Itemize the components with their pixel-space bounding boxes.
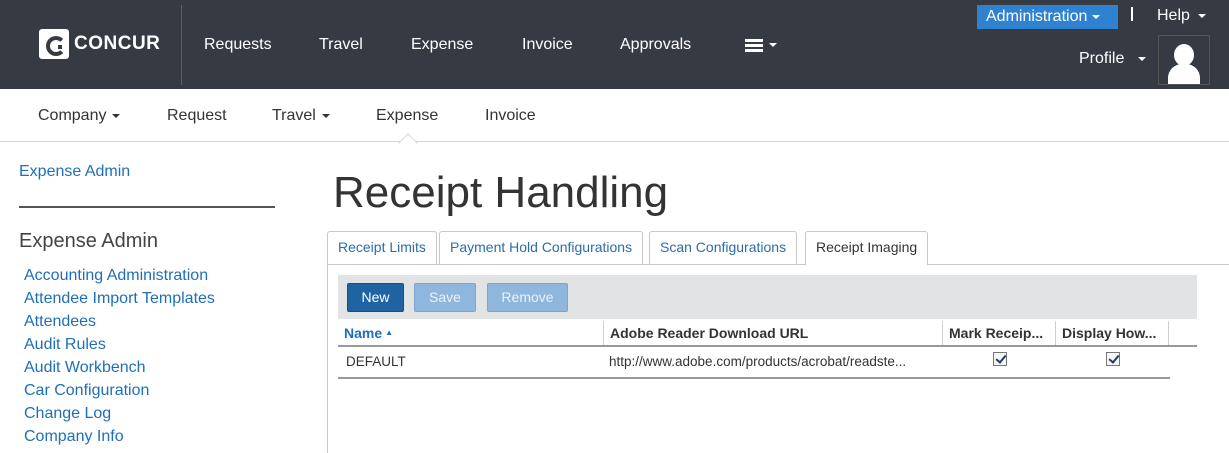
top-navigation-bar: CONCUR Requests Travel Expense Invoice A… [0, 0, 1229, 89]
subnav-item-travel[interactable]: Travel [272, 107, 330, 125]
sidebar-links: Accounting Administration Attendee Impor… [24, 267, 215, 451]
chevron-down-icon [1197, 13, 1206, 18]
nav-item-travel[interactable]: Travel [319, 36, 363, 54]
page-title: Receipt Handling [333, 168, 669, 217]
avatar[interactable] [1158, 35, 1210, 85]
profile-label: Profile [1079, 50, 1125, 67]
sidebar-item-attendees[interactable]: Attendees [24, 313, 215, 336]
chevron-down-icon [1138, 56, 1147, 61]
column-header-mark-receipt[interactable]: Mark Receip... [949, 319, 1054, 347]
sidebar-item-car-configuration[interactable]: Car Configuration [24, 382, 215, 405]
tab-payment-hold-configurations[interactable]: Payment Hold Configurations [439, 231, 644, 264]
user-icon [1174, 44, 1194, 66]
sidebar-expense-admin-link[interactable]: Expense Admin [19, 163, 130, 181]
column-divider[interactable] [1168, 321, 1169, 345]
tab-scan-configurations[interactable]: Scan Configurations [649, 231, 798, 264]
column-divider[interactable] [1055, 321, 1056, 345]
nav-item-approvals[interactable]: Approvals [620, 36, 691, 54]
chevron-down-icon [769, 43, 777, 47]
chevron-down-icon [321, 113, 330, 118]
sidebar-heading: Expense Admin [19, 230, 158, 252]
subnav-item-expense[interactable]: Expense [376, 107, 438, 125]
cell-name: DEFAULT [346, 354, 406, 369]
administration-label: Administration [986, 8, 1088, 25]
cell-adobe-url: http://www.adobe.com/products/acrobat/re… [609, 354, 907, 369]
save-button[interactable]: Save [414, 283, 476, 312]
column-header-name[interactable]: Name ▲ [344, 319, 393, 347]
column-header-adobe-url[interactable]: Adobe Reader Download URL [610, 319, 940, 347]
nav-item-expense[interactable]: Expense [411, 36, 473, 54]
subnav-item-invoice[interactable]: Invoice [485, 107, 536, 125]
grid-header: Name ▲ Adobe Reader Download URL Mark Rec… [338, 319, 1197, 347]
nav-item-invoice[interactable]: Invoice [522, 36, 573, 54]
sidebar-item-audit-rules[interactable]: Audit Rules [24, 336, 215, 359]
sidebar-item-company-info[interactable]: Company Info [24, 428, 215, 451]
profile-menu[interactable]: Profile [1079, 50, 1147, 68]
column-divider[interactable] [603, 321, 604, 345]
concur-logo[interactable]: CONCUR [39, 29, 160, 59]
subnav-label: Travel [272, 107, 316, 124]
chevron-down-icon [1092, 14, 1101, 19]
tab-receipt-imaging[interactable]: Receipt Imaging [805, 231, 929, 265]
concur-logo-icon [39, 29, 69, 59]
display-how-checkbox[interactable] [1106, 352, 1120, 366]
subnav-item-company[interactable]: Company [38, 107, 121, 125]
column-divider[interactable] [942, 321, 943, 345]
chevron-down-icon [112, 113, 121, 118]
hamburger-icon[interactable] [745, 39, 765, 53]
nav-item-requests[interactable]: Requests [204, 36, 272, 54]
administration-menu[interactable]: Administration [977, 5, 1118, 29]
subnav-label: Company [38, 107, 107, 124]
sidebar-divider [19, 206, 275, 208]
help-label: Help [1157, 7, 1190, 24]
tab-receipt-limits[interactable]: Receipt Limits [327, 231, 437, 264]
table-row[interactable]: DEFAULT http://www.adobe.com/products/ac… [338, 347, 1170, 379]
column-label: Name [344, 325, 383, 341]
sidebar-item-audit-workbench[interactable]: Audit Workbench [24, 359, 215, 382]
sidebar-item-accounting-administration[interactable]: Accounting Administration [24, 267, 215, 290]
secondary-navigation: Company Request Travel Expense Invoice [0, 89, 1229, 142]
mark-receipt-checkbox[interactable] [993, 352, 1007, 366]
nav-divider [181, 5, 182, 85]
column-header-display-how[interactable]: Display How... [1062, 319, 1167, 347]
new-button[interactable]: New [347, 283, 404, 312]
remove-button[interactable]: Remove [487, 283, 568, 312]
sort-ascending-icon: ▲ [385, 328, 394, 337]
logo-text: CONCUR [74, 33, 161, 54]
subnav-item-request[interactable]: Request [167, 107, 227, 125]
sidebar-item-change-log[interactable]: Change Log [24, 405, 215, 428]
help-menu[interactable]: Help [1157, 7, 1206, 25]
menu-divider [1131, 7, 1133, 21]
sidebar-item-attendee-import-templates[interactable]: Attendee Import Templates [24, 290, 215, 313]
